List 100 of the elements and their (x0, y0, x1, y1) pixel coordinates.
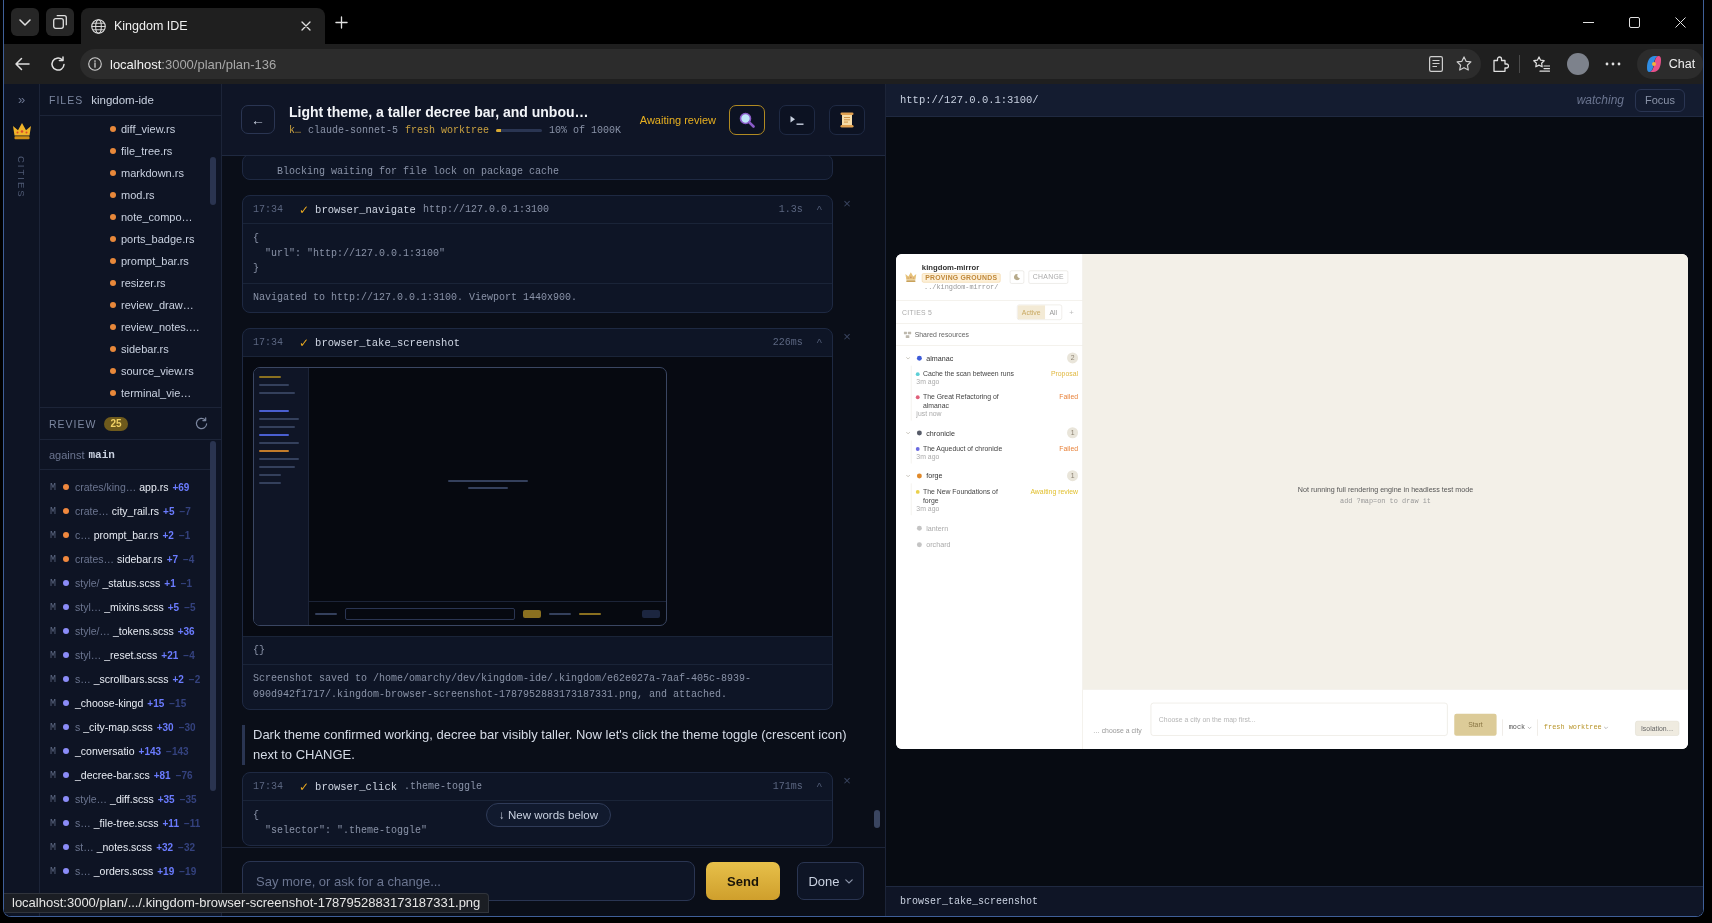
removed-count: −30 (178, 721, 196, 733)
added-count: +19 (157, 865, 175, 877)
preview-url: http://127.0.0.1:3100/ (900, 94, 1039, 106)
file-dir: style/… (75, 625, 110, 637)
status-letter: M (50, 673, 57, 685)
watch-status: watching (1576, 93, 1625, 107)
tool-argument: http://127.0.0.1:3100 (422, 204, 549, 215)
file-dir: crates/king… (75, 481, 137, 493)
terminal-output: Blocking waiting for file lock on package cache (276, 165, 561, 179)
tool-name: browser_take_screenshot (315, 336, 460, 349)
project-name: kingdom-ide (91, 93, 154, 106)
check-icon: ✓ (299, 335, 310, 350)
link-preview-tooltip: localhost:3000/plan/.../.kingdom-browser-screenshot-1787952883173187331.png (4, 893, 490, 913)
removed-count: −1 (178, 529, 191, 541)
review-count-badge: 25 (104, 416, 128, 431)
added-count: +1 (164, 577, 176, 589)
removed-count: −143 (166, 745, 189, 757)
duration: 171ms (772, 781, 803, 792)
status-letter: M (50, 601, 57, 613)
worktree-label: fresh worktree (405, 125, 490, 136)
added-count: +30 (156, 721, 174, 733)
file-dir: c… (75, 529, 91, 541)
assistant-message: Dark theme confirmed working, decree bar visibly taller. Now let's click the theme toggle (crescent icon) next to CHANGE. (242, 725, 853, 765)
removed-count: −11 (183, 817, 201, 829)
file-dir: styl… (75, 601, 102, 613)
added-count: +2 (162, 529, 174, 541)
status-letter: M (50, 697, 57, 709)
status-letter: M (50, 649, 57, 661)
removed-count: −35 (179, 793, 197, 805)
file-dir: crates… (75, 553, 115, 565)
file-dir: style… (75, 793, 108, 805)
added-count: +69 (172, 481, 190, 493)
request-json: { "selector": ".theme-toggle" (253, 809, 428, 838)
check-icon: ✓ (299, 202, 310, 217)
status-letter: M (50, 745, 57, 757)
added-count: +7 (166, 553, 179, 565)
branch-name: main (88, 448, 115, 461)
added-count: +35 (157, 793, 175, 805)
status-letter: M (50, 841, 57, 853)
status-letter: M (50, 553, 57, 565)
status-letter: M (50, 481, 57, 493)
status-letter: M (50, 817, 57, 829)
review-status: Awaiting review (639, 113, 716, 126)
last-tool-label: browser_take_screenshot (900, 896, 1039, 907)
duration: 226ms (772, 337, 803, 348)
status-letter: M (50, 721, 57, 733)
removed-count: −1 (180, 577, 193, 589)
added-count: +143 (138, 745, 162, 757)
context-reading: 10% of 1000K (549, 125, 622, 136)
request-json: { "url": "http://127.0.0.1:3100" } (253, 232, 446, 276)
added-count: +5 (163, 505, 175, 517)
added-count: +5 (167, 601, 180, 613)
added-count: +15 (147, 697, 165, 709)
removed-count: −2 (188, 673, 201, 685)
status-letter: M (50, 769, 57, 781)
file-dir: styl… (75, 649, 102, 661)
removed-count: −76 (175, 769, 193, 781)
timestamp: 17:34 (253, 781, 283, 792)
timestamp: 17:34 (253, 337, 283, 348)
removed-count: −7 (179, 505, 191, 517)
timestamp: 17:34 (253, 204, 283, 215)
removed-count: −32 (178, 841, 196, 853)
file-dir: s (75, 721, 81, 733)
added-count: +32 (156, 841, 174, 853)
removed-count: −5 (184, 601, 196, 613)
removed-count: −15 (169, 697, 187, 709)
section-label: REVIEW (49, 417, 97, 430)
removed-count: −19 (179, 865, 197, 877)
removed-count: −4 (183, 649, 195, 661)
tool-result: Screenshot saved to /home/omarchy/dev/kingdom-ide/.kingdom/e62e027a-7aaf-405c-8939-090d942f1717/.kingdom-browser-screenshot-1787952883173187331.png, and attached. (243, 664, 832, 709)
base-label: against (49, 448, 85, 461)
added-count: +2 (172, 673, 184, 685)
plan-title: Light theme, a taller decree bar, and unbou… (289, 103, 590, 121)
added-count: +11 (162, 817, 179, 829)
file-dir: s… (75, 817, 91, 829)
file-dir: crate… (75, 505, 109, 517)
tool-argument: .theme-toggle (404, 781, 482, 792)
status-letter: M (50, 865, 57, 877)
check-icon: ✓ (299, 779, 310, 794)
added-count: +36 (177, 625, 195, 637)
added-count: +21 (161, 649, 179, 661)
file-dir: s… (75, 673, 91, 685)
status-letter: M (50, 625, 57, 637)
section-label: FILES (49, 93, 84, 106)
status-letter: M (50, 793, 57, 805)
tool-name: browser_click (315, 780, 397, 793)
tool-result: Navigated to http://127.0.0.1:3100. Viewport 1440x900. (243, 283, 832, 312)
file-dir: s… (75, 865, 91, 877)
request-json: {} (253, 644, 265, 658)
file-dir: st… (75, 841, 94, 853)
removed-count: −4 (183, 553, 195, 565)
status-letter: M (50, 529, 57, 541)
status-letter: M (50, 505, 57, 517)
tool-name: browser_navigate (315, 203, 416, 216)
status-letter: M (50, 577, 57, 589)
added-count: +81 (153, 769, 171, 781)
kingdom-label: k… (289, 125, 301, 136)
file-dir: style/ (75, 577, 100, 589)
model-name: claude-sonnet-5 (308, 125, 399, 136)
duration: 1.3s (778, 204, 803, 215)
